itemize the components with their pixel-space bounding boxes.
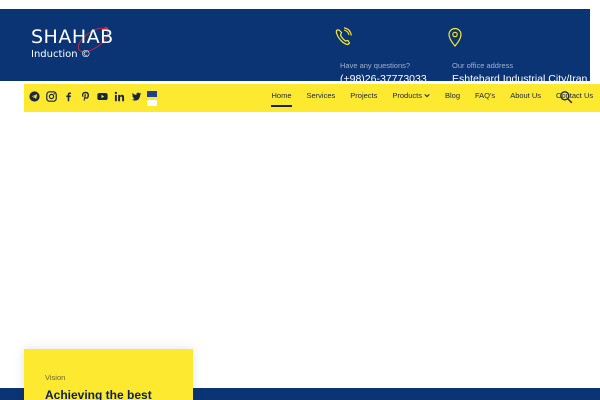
logo-main-text: SHAHAB (31, 26, 114, 48)
english-flag-icon[interactable] (147, 91, 157, 97)
twitter-icon[interactable] (131, 91, 148, 105)
youtube-icon[interactable] (97, 91, 114, 105)
nav-products[interactable]: Products (385, 84, 438, 112)
nav-home[interactable]: Home (264, 84, 299, 112)
vision-label: Vision (45, 373, 66, 382)
primary-nav: Home Services Projects Products Blog FAQ… (264, 84, 600, 112)
vision-card: Vision Achieving the best (24, 349, 193, 400)
vision-title: Achieving the best (45, 388, 152, 400)
shahab-logo[interactable]: SHAHAB Induction © (30, 26, 120, 68)
social-links (29, 91, 148, 105)
nav-projects[interactable]: Projects (343, 84, 385, 112)
phone-label: Have any questions? (340, 61, 411, 70)
top-header: SHAHAB Induction © Have any questions? (… (0, 9, 590, 85)
telegram-icon[interactable] (29, 91, 46, 105)
iran-flag-icon[interactable] (147, 100, 157, 106)
office-label: Our office address (452, 61, 514, 70)
phone-icon (335, 27, 352, 46)
main-navbar: Home Services Projects Products Blog FAQ… (24, 84, 600, 112)
pinterest-icon[interactable] (80, 91, 97, 105)
search-icon[interactable] (559, 90, 573, 104)
location-pin-icon (448, 27, 462, 47)
chevron-down-icon (424, 85, 430, 109)
language-switcher (147, 91, 157, 109)
nav-faqs[interactable]: FAQ's (468, 84, 503, 112)
nav-about[interactable]: About Us (503, 84, 549, 112)
page: SHAHAB Induction © Have any questions? (… (0, 0, 600, 400)
instagram-icon[interactable] (46, 91, 63, 105)
nav-products-label: Products (392, 91, 422, 100)
nav-contact[interactable]: Contact Us (549, 84, 600, 112)
nav-blog[interactable]: Blog (437, 84, 467, 112)
logo-sub-text: Induction © (31, 49, 91, 60)
facebook-icon[interactable] (63, 91, 80, 105)
linkedin-icon[interactable] (114, 91, 131, 105)
nav-services[interactable]: Services (299, 84, 343, 112)
